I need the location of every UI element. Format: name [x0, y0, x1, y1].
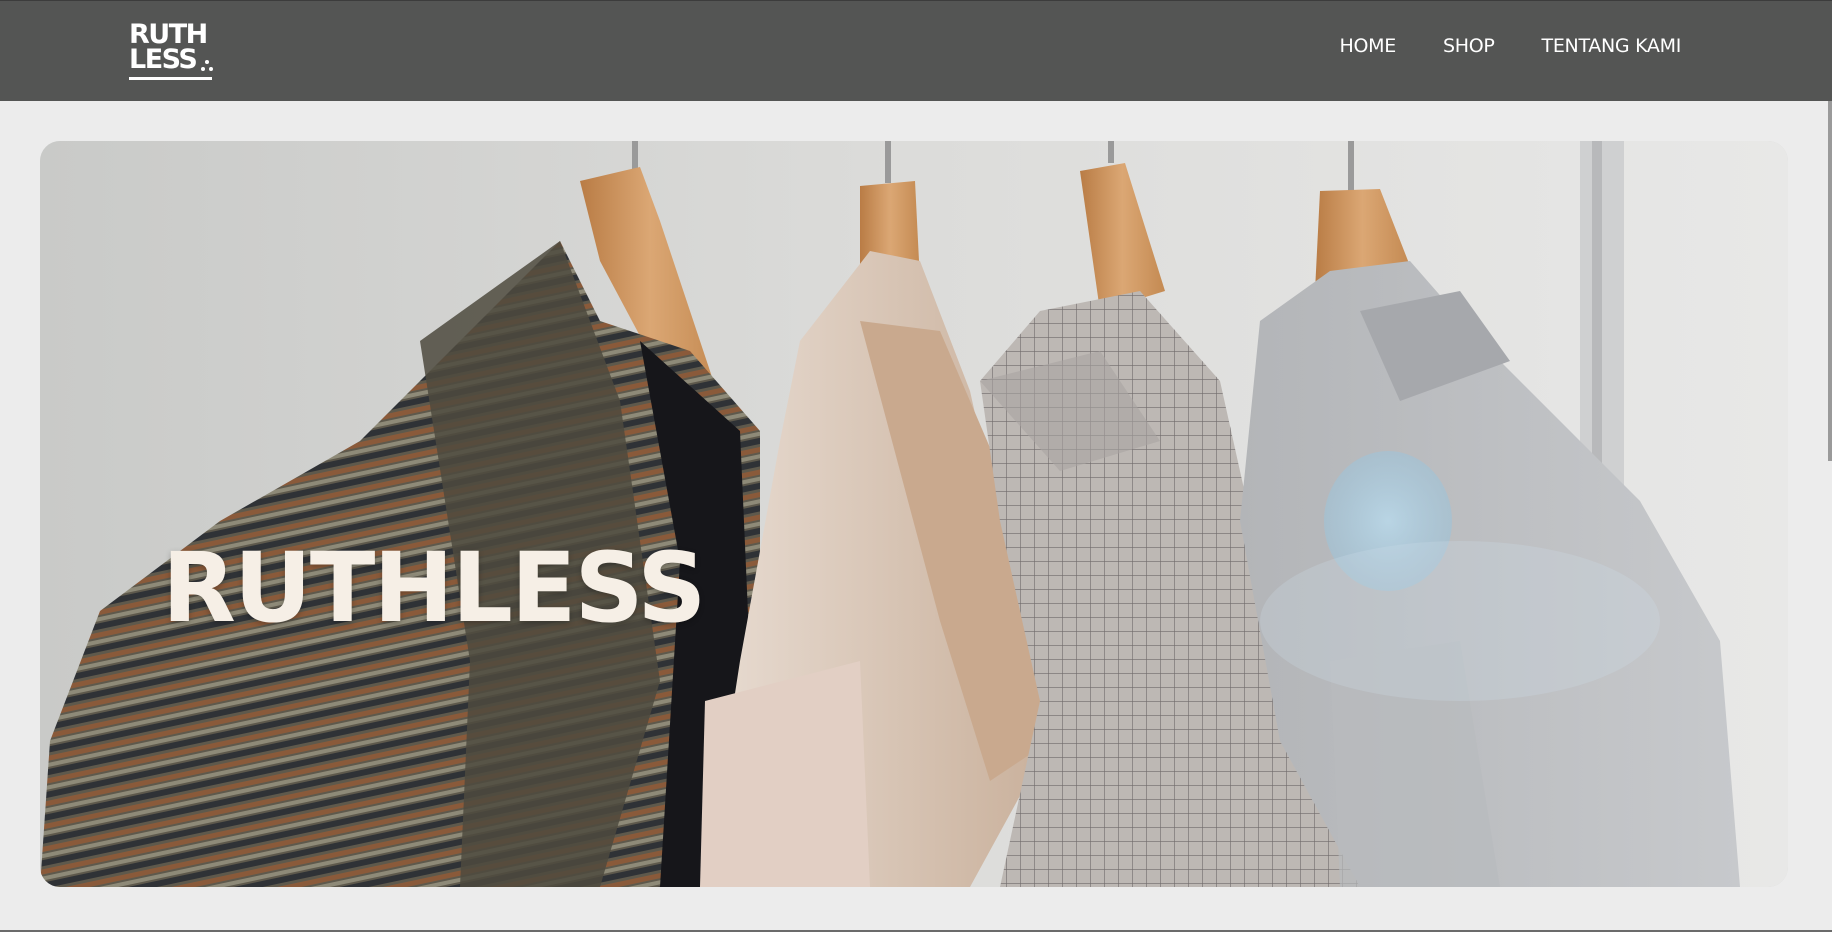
- hero-title: RUTHLESS: [162, 532, 706, 644]
- main-nav: HOME SHOP TENTANG KAMI: [1340, 31, 1682, 61]
- top-navbar: RUTH LESS HOME SHOP TENTANG KAMI: [0, 0, 1832, 101]
- logo-underline: [129, 77, 212, 80]
- hero-banner: RUTHLESS: [40, 141, 1788, 887]
- brand-logo[interactable]: RUTH LESS: [129, 21, 215, 81]
- logo-text-line2: LESS: [129, 44, 198, 75]
- logo-dots-icon: [201, 60, 213, 71]
- hero-clothes-image: [40, 141, 1788, 887]
- nav-shop-link[interactable]: SHOP: [1443, 31, 1495, 61]
- scrollbar[interactable]: [1828, 101, 1832, 461]
- nav-tentang-kami-link[interactable]: TENTANG KAMI: [1542, 31, 1682, 61]
- nav-home-link[interactable]: HOME: [1340, 31, 1397, 61]
